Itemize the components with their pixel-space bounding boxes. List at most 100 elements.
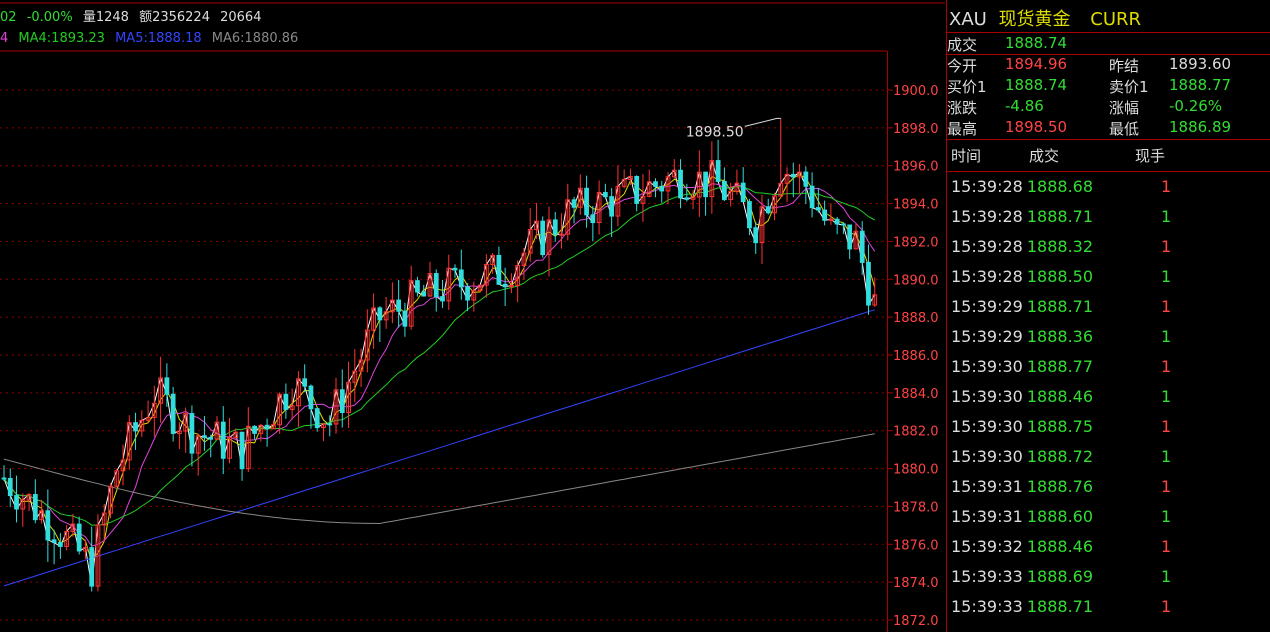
y-tick-label: 1882.0 <box>893 425 939 440</box>
candle-body <box>559 233 564 236</box>
candle-body <box>14 495 19 510</box>
ma-legend: 4 MA4:1893.23 MA5:1888.18 MA6:1880.86 <box>0 31 304 46</box>
candle-body <box>76 523 82 552</box>
candle-body <box>415 280 420 293</box>
tick-qty: 1 <box>1161 537 1172 556</box>
candle-body <box>496 254 502 285</box>
change-pct-label: 涨幅 <box>1109 99 1140 117</box>
candle-body <box>7 477 13 497</box>
tick-row: 15:39:28 1888.50 1 <box>951 267 1171 286</box>
tick-row: 15:39:28 1888.68 1 <box>951 177 1171 196</box>
tick-price: 1888.32 <box>1026 237 1094 256</box>
summary-prefix: 02 <box>0 10 17 25</box>
instrument-code: CURR <box>1090 9 1142 30</box>
ma-label-3: MA5:1888.18 <box>115 31 202 46</box>
tick-price: 1888.50 <box>1026 267 1094 286</box>
tick-time: 15:39:28 <box>951 237 1023 256</box>
candle-body <box>634 175 640 204</box>
candle-body <box>822 209 828 221</box>
tick-time: 15:39:30 <box>951 387 1023 406</box>
candle-body <box>602 192 608 198</box>
y-tick-label: 1876.0 <box>893 538 939 553</box>
candle-body <box>847 224 853 250</box>
high-label: 最高 <box>947 120 978 138</box>
tick-row: 15:39:29 1888.36 1 <box>951 327 1171 346</box>
ma-label-4: MA6:1880.86 <box>211 31 299 46</box>
candle-body <box>540 220 546 256</box>
open-label: 今开 <box>947 57 978 75</box>
change-value: -4.86 <box>1005 97 1044 115</box>
tick-row: 15:39:30 1888.72 1 <box>951 447 1171 466</box>
candle-body <box>753 227 759 244</box>
candle-body <box>32 494 38 521</box>
candle-body <box>202 435 207 438</box>
ask-label: 卖价1 <box>1109 78 1149 96</box>
prev-close-label: 昨结 <box>1109 57 1140 75</box>
candle-body <box>765 206 771 214</box>
y-tick-label: 1900.0 <box>893 84 939 99</box>
candle-body <box>421 291 427 297</box>
low-value: 1886.89 <box>1169 118 1232 136</box>
tick-qty: 1 <box>1161 597 1172 616</box>
ticks-header-qty: 现手 <box>1135 147 1166 165</box>
candle-body <box>590 214 596 224</box>
tick-time: 15:39:28 <box>951 267 1023 286</box>
tick-row: 15:39:31 1888.76 1 <box>951 477 1171 496</box>
tick-price: 1888.71 <box>1026 207 1094 226</box>
tick-time: 15:39:32 <box>951 537 1023 556</box>
candle-body <box>1 477 7 480</box>
y-tick-label: 1878.0 <box>893 500 939 515</box>
candle-body <box>502 283 508 288</box>
last-label: 成交 <box>947 36 978 54</box>
tick-price: 1888.75 <box>1026 417 1094 436</box>
symbol: XAU <box>949 9 987 30</box>
summary-extra: 20664 <box>220 10 262 25</box>
ma-label-2: MA4:1893.23 <box>18 31 105 46</box>
candle-body <box>327 423 333 426</box>
summary-amount: 额2356224 <box>139 10 210 25</box>
candle-body <box>653 181 658 187</box>
candle-body <box>809 185 815 209</box>
candle-body <box>208 436 214 440</box>
bid-label: 买价1 <box>947 78 987 96</box>
low-label: 最低 <box>1109 120 1140 138</box>
candle-body <box>339 389 345 413</box>
y-tick-label: 1880.0 <box>893 463 939 478</box>
tick-qty: 1 <box>1161 327 1172 346</box>
tick-qty: 1 <box>1161 297 1172 316</box>
candle-body <box>440 296 445 302</box>
tick-time: 15:39:30 <box>951 357 1023 376</box>
tick-price: 1888.36 <box>1026 327 1094 346</box>
tick-row: 15:39:30 1888.75 1 <box>951 417 1171 436</box>
candle-body <box>458 269 464 288</box>
candle-body <box>283 393 289 410</box>
quote-panel: XAU 现货黄金 CURR 成交 1888.74 今开 1894.96 昨结 1… <box>946 0 1270 632</box>
tick-price: 1888.72 <box>1026 447 1094 466</box>
candle-body <box>264 424 270 430</box>
candle-body <box>866 261 871 306</box>
tick-qty: 1 <box>1161 567 1172 586</box>
candle-body <box>396 299 402 312</box>
candle-body <box>584 187 589 216</box>
tick-qty: 1 <box>1161 237 1172 256</box>
candle-body <box>722 180 727 201</box>
tick-row: 15:39:30 1888.46 1 <box>951 387 1171 406</box>
candle-body <box>170 393 176 434</box>
summary-volume: 量1248 <box>82 10 129 25</box>
divider <box>947 32 1270 33</box>
ticks-header-time: 时间 <box>951 147 982 165</box>
indicator-bar: 02 -0.00% 量1248 额2356224 20664 4 MA4:189… <box>0 0 945 50</box>
candle-body <box>239 431 245 470</box>
candle-body <box>571 199 577 208</box>
candle-body <box>684 197 690 200</box>
tick-qty: 1 <box>1161 357 1172 376</box>
candle-body <box>377 307 383 321</box>
tick-price: 1888.71 <box>1026 297 1094 316</box>
candle-body <box>678 169 683 199</box>
high-value: 1898.50 <box>1005 118 1068 136</box>
price-chart[interactable]: 1900.0 1898.0 1896.0 1894.0 1892.0 1890.0 1888… <box>0 0 945 632</box>
last-value: 1888.74 <box>1005 34 1068 52</box>
candle-body <box>740 182 746 203</box>
tick-price: 1888.46 <box>1026 537 1094 556</box>
ask-value: 1888.77 <box>1169 76 1232 94</box>
